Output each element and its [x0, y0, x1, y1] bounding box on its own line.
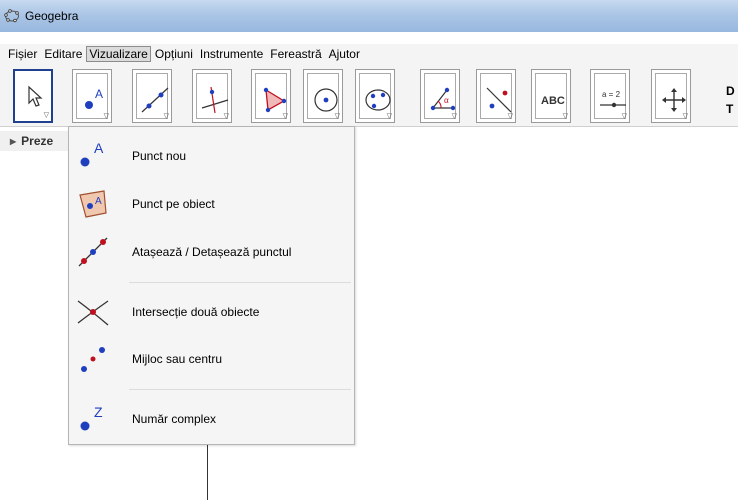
menu-help[interactable]: Ajutor [326, 46, 363, 62]
dropdown-separator [129, 389, 351, 390]
new-point-icon-label: A [94, 140, 104, 156]
window-title: Geogebra [25, 9, 79, 23]
toolbar: ▽ A ▽ ▽ ▽ ▽ ▽ ▽ α ▽ ▽ ABC ▽ a = 2 ▽ ▽ D … [0, 64, 738, 127]
dropdown-item-label: Mijloc sau centru [132, 352, 223, 366]
dropdown-item-intersect[interactable]: Intersecție două obiecte [69, 293, 354, 331]
menu-options[interactable]: Opțiuni [152, 46, 196, 62]
dropdown-item-label: Punct pe obiect [132, 197, 215, 211]
point-on-object-icon-label: A [95, 196, 102, 207]
text-tool-button[interactable]: ABC ▽ [531, 69, 571, 123]
dropdown-triangle-icon: ▽ [386, 113, 392, 120]
cursor-arrow-icon [28, 85, 43, 107]
complex-number-icon: Z [80, 404, 103, 431]
dropdown-item-label: Număr complex [132, 412, 217, 426]
toolbar-right-text-1: D [726, 84, 735, 98]
dropdown-triangle-icon: ▽ [103, 113, 109, 120]
algebra-view-title: Preze [21, 134, 54, 148]
angle-alpha-text: α [444, 95, 449, 105]
midpoint-center-icon [81, 347, 105, 372]
dropdown-triangle-icon: ▽ [682, 113, 688, 120]
line-tool-button[interactable]: ▽ [132, 69, 172, 123]
dropdown-item-new-point[interactable]: A Punct nou [69, 137, 354, 175]
ellipse-icon [365, 89, 391, 111]
menu-edit[interactable]: Editare [41, 46, 85, 62]
dropdown-triangle-icon: ▽ [163, 113, 169, 120]
dropdown-item-label: Atașează / Detașează punctul [132, 245, 292, 259]
text-tool-label: ABC [541, 95, 565, 107]
complex-number-icon-label: Z [94, 404, 103, 420]
reflect-tool-button[interactable]: ▽ [476, 69, 516, 123]
reflect-line-icon [486, 87, 512, 113]
expand-arrow-icon[interactable]: ▶ [10, 137, 16, 146]
angle-icon: α [430, 87, 456, 111]
menu-window[interactable]: Fereastră [267, 46, 324, 62]
dropdown-item-label: Intersecție două obiecte [132, 305, 260, 319]
dropdown-item-attach-detach[interactable]: Atașează / Detașează punctul [69, 233, 354, 271]
circle-tool-button[interactable]: ▽ [303, 69, 343, 123]
point-a-icon: A [85, 87, 103, 109]
attach-detach-point-icon [78, 237, 108, 267]
menu-file[interactable]: Fișier [5, 46, 40, 62]
slider-tool-button[interactable]: a = 2 ▽ [590, 69, 630, 123]
dropdown-separator [129, 282, 351, 283]
dropdown-triangle-icon: ▽ [282, 113, 288, 120]
geogebra-logo-icon [4, 9, 19, 23]
point-tools-dropdown: A Punct nou A Punct pe obiect Atașează /… [68, 126, 355, 445]
menu-tools[interactable]: Instrumente [197, 46, 266, 62]
dropdown-item-point-on-object[interactable]: A Punct pe obiect [69, 185, 354, 223]
dropdown-triangle-icon: ▽ [562, 113, 568, 120]
dropdown-triangle-icon: ▽ [334, 113, 340, 120]
toolbar-right-text-2: T [726, 102, 734, 116]
dropdown-triangle-icon: ▽ [451, 113, 457, 120]
move-graphics-view-icon [662, 88, 686, 112]
angle-tool-button[interactable]: α ▽ [420, 69, 460, 123]
move-view-tool-button[interactable]: ▽ [651, 69, 691, 123]
move-tool-button[interactable]: ▽ [13, 69, 53, 123]
circle-center-point-icon [314, 88, 338, 112]
slider-icon: a = 2 [600, 90, 626, 108]
menu-bar: Fișier Editare Vizualizare Opțiuni Instr… [0, 44, 738, 64]
dropdown-triangle-icon: ▽ [621, 113, 627, 120]
dropdown-triangle-icon: ▽ [223, 113, 229, 120]
slider-tool-label: a = 2 [602, 90, 621, 99]
point-on-object-icon: A [79, 190, 107, 218]
dropdown-triangle-icon: ▽ [43, 112, 49, 119]
new-point-icon: A [80, 140, 104, 167]
line-through-points-icon [141, 87, 169, 113]
dropdown-item-complex-number[interactable]: Z Număr complex [69, 400, 354, 438]
perpendicular-tool-button[interactable]: ▽ [192, 69, 232, 123]
polygon-icon [263, 87, 287, 113]
dropdown-triangle-icon: ▽ [507, 113, 513, 120]
dropdown-item-label: Punct nou [132, 149, 187, 163]
text-abc-icon: ABC [541, 95, 565, 107]
algebra-view-header[interactable]: ▶ Preze [0, 131, 70, 151]
conic-tool-button[interactable]: ▽ [355, 69, 395, 123]
perpendicular-line-icon [201, 86, 229, 114]
intersect-two-objects-icon [77, 300, 109, 326]
dropdown-item-midpoint[interactable]: Mijloc sau centru [69, 340, 354, 378]
point-label-text: A [95, 87, 103, 101]
title-bar: Geogebra [0, 0, 738, 32]
polygon-tool-button[interactable]: ▽ [251, 69, 291, 123]
new-point-tool-button[interactable]: A ▽ [72, 69, 112, 123]
menu-view[interactable]: Vizualizare [86, 46, 151, 62]
